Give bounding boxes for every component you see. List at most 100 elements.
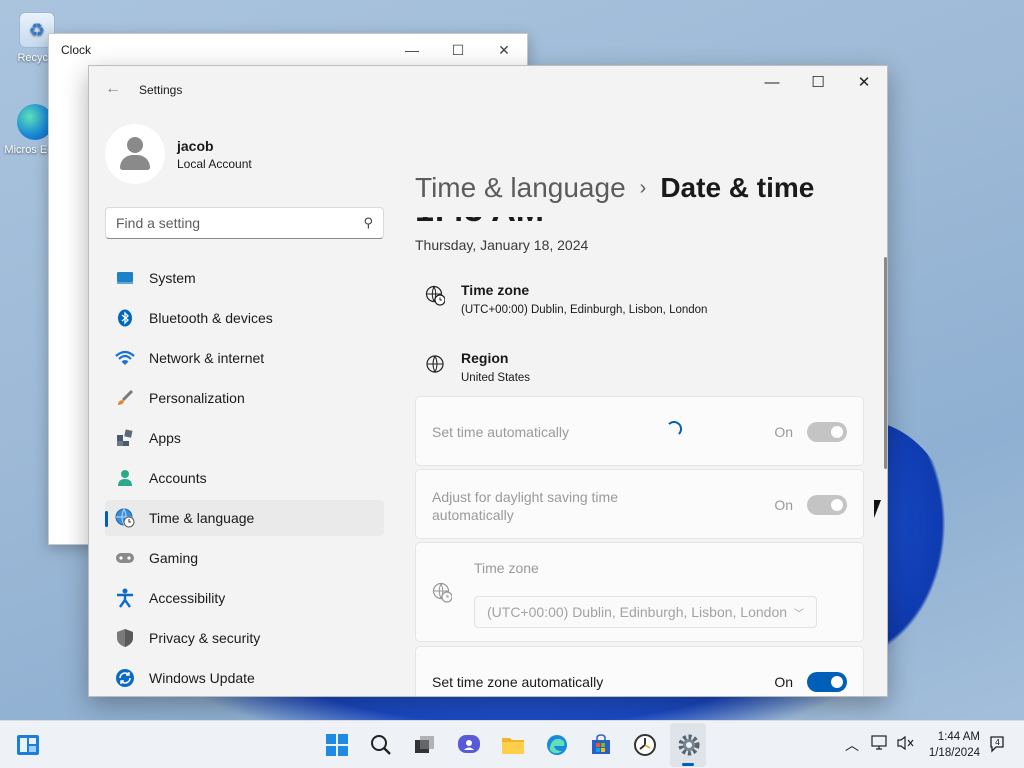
set-time-zone-automatically-toggle[interactable] [807,672,847,692]
task-view-icon[interactable] [411,731,439,759]
bluetooth-icon [115,308,135,328]
network-icon[interactable] [871,735,889,754]
page-title: Date & time [660,172,815,203]
time-zone-value: (UTC+00:00) Dublin, Edinburgh, Lisbon, L… [461,304,708,316]
daylight-saving-label-line2: automatically [432,507,514,523]
person-icon [115,468,135,488]
update-icon [115,668,135,688]
set-time-automatically-toggle[interactable] [807,422,847,442]
daylight-saving-card: Adjust for daylight saving time automati… [415,469,864,539]
chevron-up-icon[interactable]: ︿ [845,735,859,755]
time-zone-dropdown[interactable]: (UTC+00:00) Dublin, Edinburgh, Lisbon, L… [474,596,817,628]
sidebar-item-label: Network & internet [149,350,265,366]
sidebar-item-windows-update[interactable]: Windows Update [105,660,384,696]
back-arrow-icon[interactable]: ← [105,80,121,98]
loading-spinner-icon [666,421,682,437]
profile-name: jacob [177,137,214,154]
set-time-zone-automatically-label: Set time zone automatically [432,674,604,690]
user-profile[interactable]: jacob Local Account [105,124,252,184]
chat-icon[interactable] [455,731,483,759]
sidebar-item-label: Gaming [149,550,199,566]
wifi-icon [115,348,135,368]
gamepad-icon [115,548,135,568]
search-icon[interactable] [367,731,395,759]
current-time-clip: 1:43 AM [415,217,715,231]
notification-icon[interactable]: 4 [988,735,1006,756]
sidebar-item-accounts[interactable]: Accounts [105,460,384,496]
sidebar-item-label: Bluetooth & devices [149,310,273,326]
sidebar-item-accessibility[interactable]: Accessibility [105,580,384,616]
maximize-icon[interactable]: ☐ [795,66,841,98]
settings-gear-icon[interactable] [675,731,703,759]
active-indicator [682,763,694,766]
sidebar-item-privacy[interactable]: Privacy & security [105,620,384,656]
start-icon[interactable] [323,731,351,759]
minimize-icon[interactable]: — [389,34,435,66]
toggle-state: On [774,674,793,690]
sidebar-nav: System Bluetooth & devices Network & int… [105,260,384,696]
time-zone-label: Time zone [474,560,539,576]
taskbar: ︿ 1:44 AM 1/18/2024 4 [0,720,1024,768]
maximize-icon[interactable]: ☐ [435,34,481,66]
person-body-icon [120,155,150,170]
store-icon[interactable] [587,731,615,759]
globe-clock-icon [425,285,445,306]
svg-text:4: 4 [995,738,1000,747]
current-time: 1:43 AM [415,217,715,230]
clock-app-icon[interactable] [631,731,659,759]
globe-icon [425,354,445,374]
accessibility-icon [115,588,135,608]
breadcrumb: Time & language › Date & time [415,172,814,204]
daylight-saving-label-line1: Adjust for daylight saving time [432,489,618,505]
toggle-state: On [774,497,793,513]
volume-muted-icon[interactable] [897,735,915,754]
breadcrumb-parent[interactable]: Time & language [415,172,626,203]
taskbar-time: 1:44 AM [937,731,980,743]
chevron-right-icon: › [639,177,647,199]
settings-window-controls: — ☐ ✕ [749,66,887,98]
search-icon[interactable]: ⚲ [363,215,373,231]
sidebar-item-personalization[interactable]: Personalization [105,380,384,416]
scrollbar[interactable] [884,257,887,469]
globe-clock-icon [432,582,452,603]
settings-window[interactable]: ← Settings — ☐ ✕ jacob Local Account Fin… [88,65,888,697]
sidebar-item-bluetooth[interactable]: Bluetooth & devices [105,300,384,336]
taskbar-clock[interactable]: 1:44 AM 1/18/2024 [929,729,980,761]
profile-account-type: Local Account [177,156,252,171]
main-content: Time & language › Date & time 1:43 AM Thur… [415,114,887,696]
sidebar-item-label: Windows Update [149,670,255,686]
daylight-saving-label: Adjust for daylight saving time automati… [432,488,618,524]
time-zone-card: Time zone (UTC+00:00) Dublin, Edinburgh,… [415,542,864,642]
set-time-zone-automatically-card: Set time zone automatically On [415,646,864,696]
sidebar-item-label: Personalization [149,390,245,406]
chevron-down-icon: ﹀ [794,608,804,620]
minimize-icon[interactable]: — [749,66,795,98]
sidebar-item-apps[interactable]: Apps [105,420,384,456]
monitor-icon [115,268,135,288]
daylight-saving-toggle[interactable] [807,495,847,515]
settings-app-title: Settings [139,83,183,97]
sidebar-item-network[interactable]: Network & internet [105,340,384,376]
mouse-cursor-icon [874,500,881,518]
set-time-automatically-card: Set time automatically On [415,396,864,466]
sidebar-item-label: Apps [149,430,181,446]
region-title: Region [461,350,509,366]
search-input[interactable]: Find a setting ⚲ [105,207,384,239]
shield-icon [115,628,135,648]
clock-window-controls: — ☐ ✕ [389,34,527,66]
sidebar-item-label: Time & language [149,510,255,526]
toggle-state: On [774,424,793,440]
time-zone-info: Time zone (UTC+00:00) Dublin, Edinburgh,… [415,282,865,316]
globe-clock-icon [115,508,135,528]
region-value: United States [461,372,531,384]
search-placeholder: Find a setting [116,215,201,231]
close-icon[interactable]: ✕ [481,34,527,66]
sidebar-item-time-language[interactable]: Time & language [105,500,384,536]
widgets-icon[interactable] [14,731,42,759]
sidebar-item-gaming[interactable]: Gaming [105,540,384,576]
close-icon[interactable]: ✕ [841,66,887,98]
edge-icon[interactable] [543,731,571,759]
file-explorer-icon[interactable] [499,731,527,759]
sidebar-item-system[interactable]: System [105,260,384,296]
avatar [105,124,165,184]
